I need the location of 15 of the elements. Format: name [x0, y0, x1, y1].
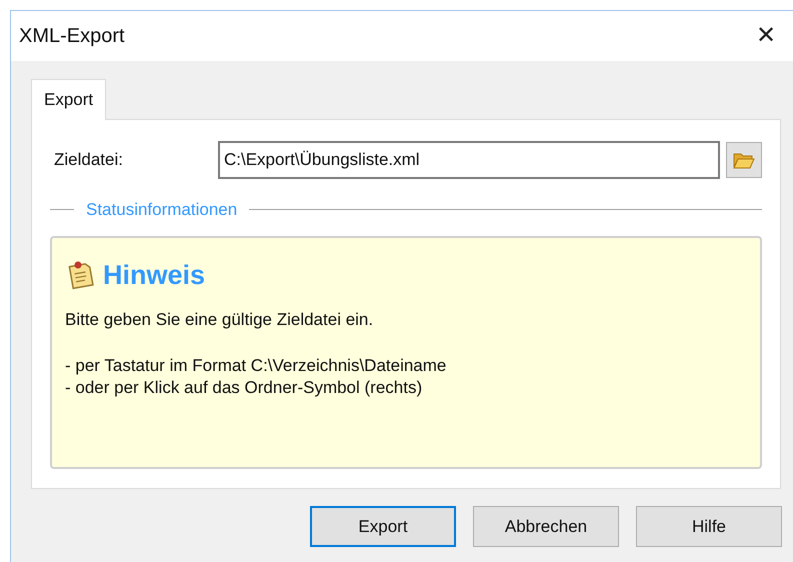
file-path-field[interactable]: C:\Export\Übungsliste.xml [218, 141, 720, 179]
group-legend: Statusinformationen [74, 197, 250, 222]
hint-heading: Hinweis [103, 258, 206, 292]
field-label: Zieldatei: [53, 149, 124, 172]
browse-button[interactable] [726, 142, 762, 178]
close-button[interactable]: ✕ [751, 21, 781, 51]
folder-icon [733, 152, 755, 168]
tab[interactable]: Export [31, 79, 106, 120]
hint-line: - oder per Klick auf das Ordner-Symbol (rechts) [65, 376, 424, 398]
hint-line: - per Tastatur im Format C:\Verzeichnis\Dateiname [65, 354, 448, 376]
dialog-button[interactable]: Hilfe [636, 506, 782, 547]
dialog-button[interactable]: Export [310, 506, 456, 547]
window-title: XML-Export [19, 24, 125, 49]
dialog-button[interactable]: Abbrechen [473, 506, 619, 547]
hint-message: Bitte geben Sie eine gültige Zieldatei ein. [65, 309, 374, 331]
